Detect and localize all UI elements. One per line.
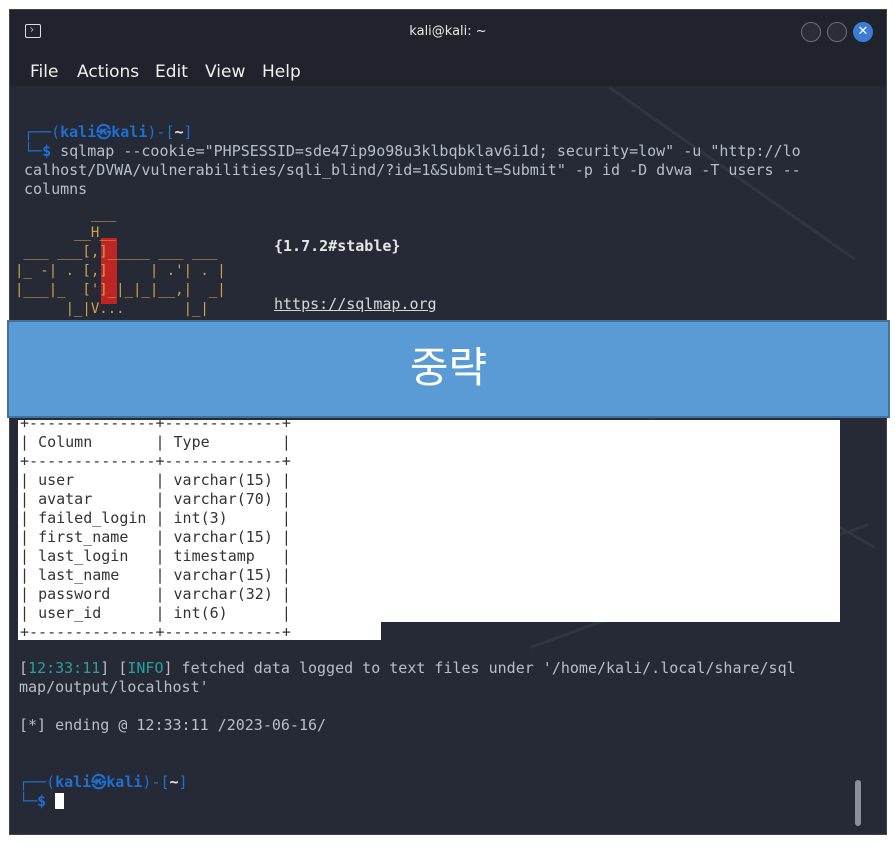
columns-table: +--------------+-------------+ | Column … xyxy=(20,414,291,641)
table-cell-type: timestamp xyxy=(173,547,255,565)
prompt-line-2: ┌──(kali㉿kali)-[~] xyxy=(19,773,188,791)
command-text-3: columns xyxy=(24,180,88,198)
menu-file[interactable]: File xyxy=(30,62,58,82)
table-cell-type: int(6) xyxy=(173,604,228,622)
omitted-overlay-label: 중략 xyxy=(7,320,890,418)
table-cell-type: varchar(15) xyxy=(173,566,273,584)
title-bar: kali@kali: ~ ✕ xyxy=(10,10,886,54)
command-text-1: sqlmap --cookie="PHPSESSID=sde47ip9o98u3… xyxy=(60,142,801,160)
maximize-button[interactable] xyxy=(827,22,847,42)
prompt-user: kali xyxy=(60,123,97,141)
table-cell-type: varchar(15) xyxy=(173,471,273,489)
table-cell-column: first_name xyxy=(38,528,129,546)
table-border: +--------------+-------------+ xyxy=(20,414,291,432)
table-cell-column: avatar xyxy=(38,490,93,508)
table-cell-column: last_name xyxy=(38,566,120,584)
prompt-host: kali xyxy=(111,123,148,141)
table-border: +--------------+-------------+ xyxy=(20,623,291,641)
sqlmap-logo: ___ __H__ ___ ___[,]_____ ___ ___ |_ -| … xyxy=(15,206,226,317)
window-title: kali@kali: ~ xyxy=(409,24,487,39)
menu-actions[interactable]: Actions xyxy=(77,62,139,82)
menu-edit[interactable]: Edit xyxy=(155,62,188,82)
table-cell-column: last_login xyxy=(38,547,129,565)
table-header-type: Type xyxy=(173,433,210,451)
input-line[interactable]: └─$ xyxy=(19,792,65,811)
log-level: INFO xyxy=(127,659,164,677)
log-line-1: [12:33:11] [INFO] fetched data logged to… xyxy=(19,659,796,677)
table-cell-type: varchar(15) xyxy=(173,528,273,546)
close-button[interactable]: ✕ xyxy=(853,22,873,42)
prompt-line: ┌──(kali㉿kali)-[~] xyxy=(24,123,193,141)
table-cell-column: user xyxy=(38,471,75,489)
table-cell-column: password xyxy=(38,585,111,603)
log-message-1: fetched data logged to text files under … xyxy=(172,659,796,677)
table-cell-column: failed_login xyxy=(38,509,147,527)
text-cursor xyxy=(55,793,65,809)
log-time: 12:33:11 xyxy=(28,659,101,677)
table-cell-type: varchar(70) xyxy=(173,490,273,508)
table-cell-column: user_id xyxy=(38,604,102,622)
prompt-cwd: ~ xyxy=(174,123,184,141)
table-cell-type: varchar(32) xyxy=(173,585,273,603)
command-text-2: calhost/DVWA/vulnerabilities/sqli_blind/… xyxy=(24,161,801,179)
banner-version: {1.7.2#stable} xyxy=(274,237,401,255)
scrollbar[interactable] xyxy=(855,780,861,826)
close-icon: ✕ xyxy=(857,24,869,39)
ending-line: [*] ending @ 12:33:11 /2023-06-16/ xyxy=(19,716,327,734)
log-message-2: map/output/localhost' xyxy=(19,678,209,696)
menu-view[interactable]: View xyxy=(205,62,245,82)
menu-help[interactable]: Help xyxy=(262,62,301,82)
sqlmap-url-link[interactable]: https://sqlmap.org xyxy=(274,295,437,314)
table-header-column: Column xyxy=(38,433,93,451)
table-border: +--------------+-------------+ xyxy=(20,452,291,470)
table-cell-type: int(3) xyxy=(173,509,228,527)
prompt-sep: ㉿ xyxy=(96,123,112,141)
command-line-1: └─$ sqlmap --cookie="PHPSESSID=sde47ip9o… xyxy=(24,142,801,160)
menu-bar: File Actions Edit View Help xyxy=(10,54,886,86)
minimize-button[interactable] xyxy=(801,22,821,42)
